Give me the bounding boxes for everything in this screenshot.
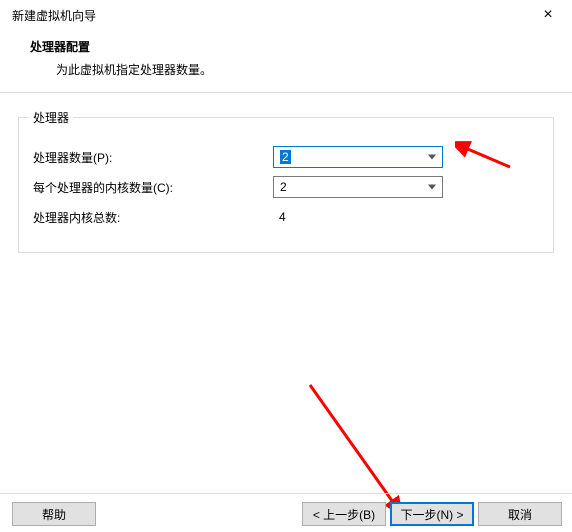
row-cores: 每个处理器的内核数量(C): 2 [33,176,539,198]
page-title: 处理器配置 [30,38,556,55]
label-cores: 每个处理器的内核数量(C): [33,179,273,196]
chevron-down-icon [428,155,436,160]
chevron-down-icon [428,185,436,190]
select-processors[interactable]: 2 [273,146,443,168]
cancel-button[interactable]: 取消 [478,502,562,526]
close-icon[interactable]: × [536,6,560,24]
help-button[interactable]: 帮助 [12,502,96,526]
row-processors: 处理器数量(P): 2 [33,146,539,168]
label-processors: 处理器数量(P): [33,149,273,166]
wizard-header: 处理器配置 为此虚拟机指定处理器数量。 [0,28,572,92]
select-processors-value: 2 [280,150,291,164]
back-button[interactable]: < 上一步(B) [302,502,386,526]
window-title: 新建虚拟机向导 [12,7,96,24]
content-area: 处理器 处理器数量(P): 2 每个处理器的内核数量(C): 2 处理器内核总数… [0,93,572,269]
page-subtitle: 为此虚拟机指定处理器数量。 [30,61,556,78]
select-cores-value: 2 [280,180,287,194]
row-total: 处理器内核总数: 4 [33,206,539,228]
group-legend: 处理器 [29,109,73,126]
footer-bar: 帮助 < 上一步(B) 下一步(N) > 取消 [0,493,572,532]
footer-right-group: < 上一步(B) 下一步(N) > 取消 [300,502,562,526]
next-button[interactable]: 下一步(N) > [390,502,474,526]
titlebar: 新建虚拟机向导 × [0,0,572,28]
processor-group: 处理器 处理器数量(P): 2 每个处理器的内核数量(C): 2 处理器内核总数… [18,109,554,253]
label-total: 处理器内核总数: [33,209,273,226]
total-value: 4 [273,210,286,224]
select-cores[interactable]: 2 [273,176,443,198]
